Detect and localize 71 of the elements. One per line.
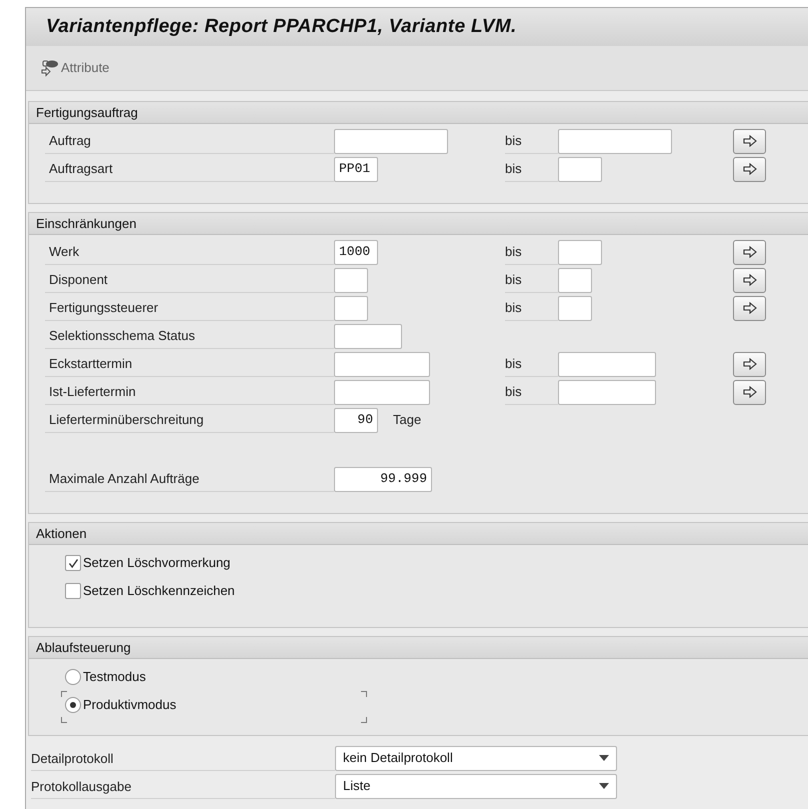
input-field[interactable] xyxy=(334,296,368,320)
radio-button[interactable] xyxy=(65,697,81,713)
range-label: bis xyxy=(505,355,522,373)
input-field[interactable]: 90 xyxy=(334,408,378,432)
arrow-right-icon xyxy=(742,246,756,258)
group-title: Einschränkungen xyxy=(36,214,136,233)
window-title: Variantenpflege: Report PPARCHP1, Variante LVM. xyxy=(46,14,517,39)
dropdown-label: Detailprotokoll xyxy=(31,750,114,768)
multiple-selection-button[interactable] xyxy=(733,352,766,376)
input-field[interactable] xyxy=(334,380,430,404)
multiple-selection-button[interactable] xyxy=(733,156,766,182)
input-field[interactable] xyxy=(558,128,672,154)
input-field[interactable] xyxy=(334,268,368,292)
input-field[interactable] xyxy=(334,128,448,154)
caret-icon xyxy=(599,755,609,761)
arrow-right-icon xyxy=(742,274,756,286)
field-label: Fertigungssteuerer xyxy=(48,299,158,317)
field-label: Auftragsart xyxy=(48,160,113,178)
field-label: Lieferterminüberschreitung xyxy=(48,411,204,429)
radio-label: Testmodus xyxy=(83,668,146,686)
group-title: Fertigungsauftrag xyxy=(36,104,138,122)
field-label: Ist-Liefertermin xyxy=(48,383,136,401)
input-field[interactable] xyxy=(558,268,592,292)
field-label: Werk xyxy=(48,243,80,261)
arrow-right-icon xyxy=(742,163,756,175)
multiple-selection-button[interactable] xyxy=(733,128,766,154)
dropdown-field[interactable]: Liste xyxy=(335,774,617,798)
attribute-button[interactable]: Attribute xyxy=(40,58,110,78)
caret-icon xyxy=(599,783,609,789)
arrow-right-icon xyxy=(742,135,756,147)
range-label: bis xyxy=(505,160,522,178)
field-label: Auftrag xyxy=(48,132,91,150)
dropdown-field[interactable]: kein Detailprotokoll xyxy=(335,746,617,770)
speech-arrow-icon xyxy=(40,59,60,77)
input-field[interactable] xyxy=(558,156,602,182)
arrow-right-icon xyxy=(742,386,756,398)
field-label: Disponent xyxy=(48,271,108,289)
range-label: bis xyxy=(505,299,522,317)
group-title: Ablaufsteuerung xyxy=(36,638,131,657)
input-field[interactable] xyxy=(334,324,402,348)
radio-label: Produktivmodus xyxy=(83,696,176,714)
multiple-selection-button[interactable] xyxy=(733,240,766,264)
unit-label: Tage xyxy=(393,411,422,430)
checkbox-label: Setzen Löschkennzeichen xyxy=(83,582,235,600)
input-field[interactable]: PP01 xyxy=(334,156,378,182)
field-label: Eckstarttermin xyxy=(48,355,132,373)
input-field[interactable]: 1000 xyxy=(334,240,378,264)
input-field[interactable] xyxy=(558,380,656,404)
range-label: bis xyxy=(505,383,522,401)
multiple-selection-button[interactable] xyxy=(733,296,766,320)
input-field[interactable] xyxy=(334,352,430,376)
checkmark-icon xyxy=(68,558,78,568)
multiple-selection-button[interactable] xyxy=(733,380,766,404)
checkbox[interactable] xyxy=(65,583,81,599)
checkbox-label: Setzen Löschvormerkung xyxy=(83,554,230,572)
arrow-right-icon xyxy=(742,358,756,370)
checkbox[interactable] xyxy=(65,555,81,571)
field-label: Selektionsschema Status xyxy=(48,327,195,345)
range-label: bis xyxy=(505,271,522,289)
input-field[interactable]: 99.999 xyxy=(334,466,432,492)
input-field[interactable] xyxy=(558,296,592,320)
radio-button[interactable] xyxy=(65,669,81,685)
range-label: bis xyxy=(505,243,522,261)
field-label: Maximale Anzahl Aufträge xyxy=(48,470,200,488)
dropdown-label: Protokollausgabe xyxy=(31,778,132,796)
range-label: bis xyxy=(505,132,522,150)
input-field[interactable] xyxy=(558,352,656,376)
group-title: Aktionen xyxy=(36,524,87,543)
input-field[interactable] xyxy=(558,240,602,264)
multiple-selection-button[interactable] xyxy=(733,268,766,292)
arrow-right-icon xyxy=(742,302,756,314)
